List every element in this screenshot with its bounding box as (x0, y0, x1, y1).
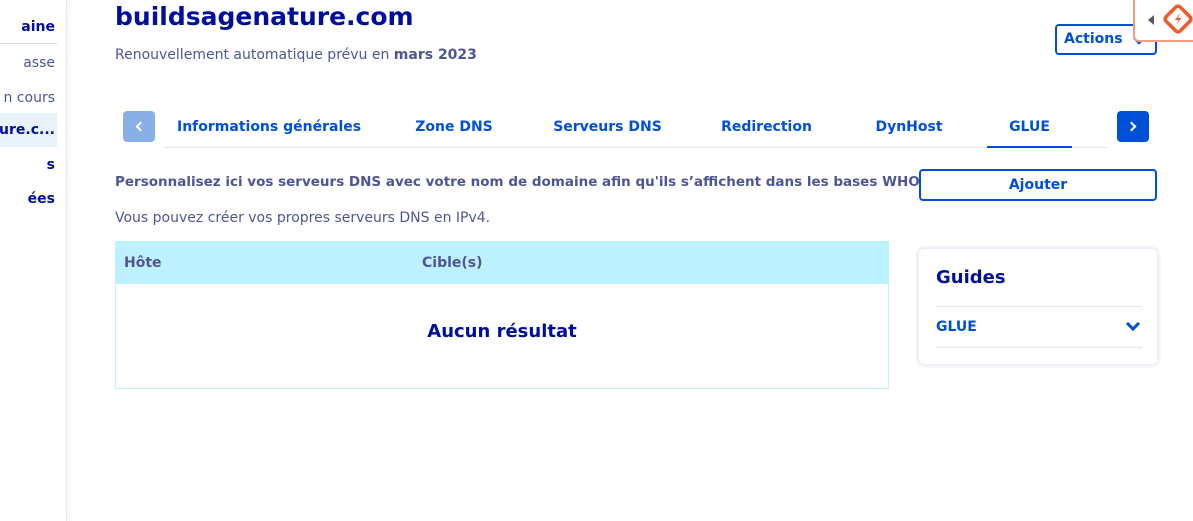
glue-table: Hôte Cible(s) Aucun résultat (115, 241, 889, 389)
tab-dynhost[interactable]: DynHost (868, 108, 950, 148)
chevron-left-icon (135, 121, 146, 132)
renewal-date: mars 2023 (393, 47, 477, 63)
table-header: Hôte Cible(s) (115, 241, 889, 284)
column-header-targets[interactable]: Cible(s) (422, 241, 483, 285)
sidebar-item-5[interactable]: ées (0, 182, 57, 216)
add-button[interactable]: Ajouter (919, 169, 1157, 201)
sidebar-item-1[interactable]: asse (0, 46, 57, 80)
sidebar-item-label: aine (21, 19, 55, 35)
collapse-arrow-icon (1148, 15, 1154, 25)
sidebar-item-label: s (46, 157, 55, 173)
sidebar-item-2[interactable]: n cours (0, 81, 57, 115)
sidebar-item-label: asse (23, 55, 55, 71)
tab-dns-zone[interactable]: Zone DNS (409, 108, 499, 148)
sidebar-item-label: n cours (3, 90, 55, 106)
divider (936, 347, 1142, 348)
renewal-info: Renouvellement automatique prévu en mars… (115, 45, 477, 65)
tab-glue[interactable]: GLUE (987, 108, 1072, 148)
guide-item-glue[interactable]: GLUE (936, 307, 1142, 347)
guide-label: GLUE (936, 319, 977, 335)
sidebar-item-label: ure.c... (0, 122, 55, 138)
sidebar-item-domain[interactable]: aine (0, 10, 57, 44)
assistant-widget[interactable] (1133, 0, 1193, 42)
sidebar-item-4[interactable]: s (0, 148, 57, 182)
sidebar-divider (0, 43, 57, 44)
orange-logo-icon (1163, 4, 1193, 34)
sidebar-item-current-domain[interactable]: ure.c... (0, 113, 57, 147)
chevron-right-icon (1126, 121, 1137, 132)
tabs-next-button[interactable] (1117, 111, 1149, 142)
tabs-prev-button[interactable] (123, 111, 155, 142)
page-title: buildsagenature.com (115, 2, 414, 31)
glue-description: Personnalisez ici vos serveurs DNS avec … (115, 174, 940, 190)
guides-title: Guides (936, 267, 1006, 288)
tab-dns-servers[interactable]: Serveurs DNS (550, 108, 665, 148)
glue-ipv4-note: Vous pouvez créer vos propres serveurs D… (115, 210, 491, 226)
tab-redirection[interactable]: Redirection (716, 108, 817, 148)
sidebar-item-label: ées (27, 191, 55, 207)
column-header-host[interactable]: Hôte (124, 241, 162, 285)
renewal-prefix: Renouvellement automatique prévu en (115, 47, 394, 63)
chevron-down-icon (1125, 316, 1141, 332)
sidebar: aine asse n cours ure.c... s ées (0, 0, 67, 521)
guides-panel: Guides GLUE (918, 248, 1158, 365)
tab-general-info[interactable]: Informations générales (177, 108, 361, 148)
actions-label: Actions (1064, 31, 1123, 47)
empty-result: Aucun résultat (427, 321, 577, 342)
